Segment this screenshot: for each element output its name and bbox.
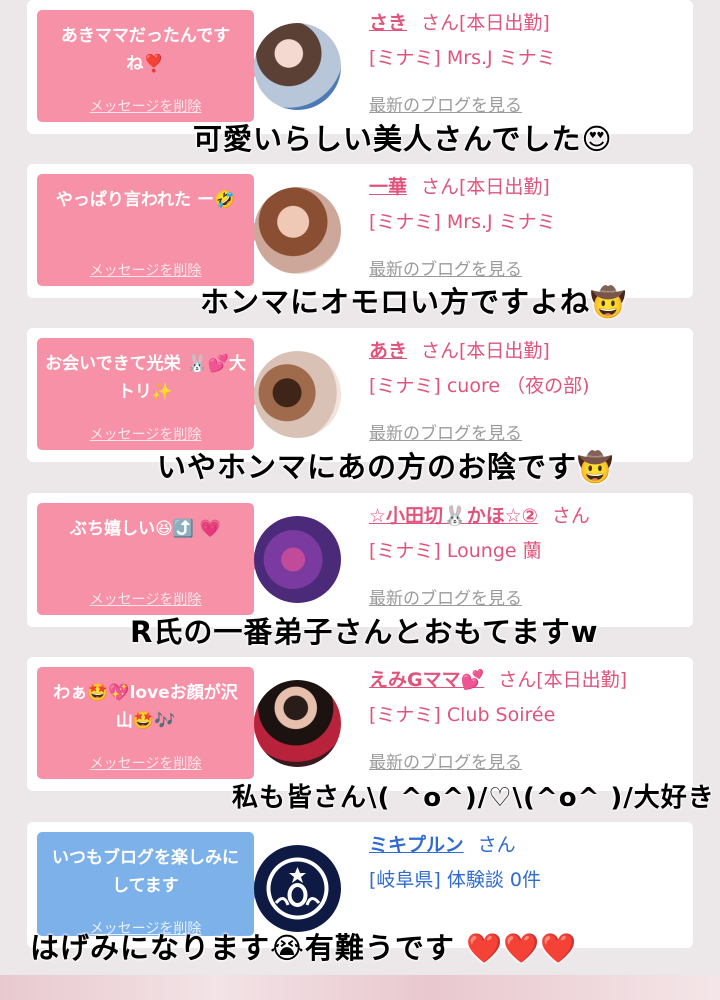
handwritten-caption: ホンマにオモロい方ですよね🤠 [200, 285, 628, 319]
latest-blog-link[interactable]: 最新のブログを見る [369, 259, 522, 281]
delete-message-link[interactable]: メッセージを削除 [37, 260, 254, 280]
name-suffix: さん[本日出勤] [421, 176, 550, 198]
name-suffix: さん [477, 834, 516, 856]
girl-name-link[interactable]: ☆小田切🐰かほ☆② [369, 505, 538, 527]
message-bubble: あきママだったんですね❣️ メッセージを削除 [37, 10, 265, 122]
message-card: やっぱり言われた ー🤣 メッセージを削除 一華 さん[本日出勤] [ミナミ] Mr… [27, 164, 693, 298]
name-suffix: さん[本日出勤] [421, 12, 550, 34]
girl-name-link[interactable]: えみGママ💕 [369, 669, 484, 691]
delete-message-link[interactable]: メッセージを削除 [37, 753, 254, 773]
avatar[interactable] [254, 187, 341, 274]
name-suffix: さん [551, 505, 590, 527]
message-bubble: わぁ🤩💖loveお顔が沢山🤩🎶 メッセージを削除 [37, 667, 265, 779]
message-bubble: やっぱり言われた ー🤣 メッセージを削除 [37, 174, 265, 286]
handwritten-caption: R氏の一番弟子さんとおもてますw [130, 615, 599, 649]
message-text: やっぱり言われた ー🤣 [55, 190, 236, 210]
delete-message-link[interactable]: メッセージを削除 [37, 589, 254, 609]
message-bubble: お会いできて光栄 🐰💕大トリ✨ メッセージを削除 [37, 338, 265, 450]
message-card: あきママだったんですね❣️ メッセージを削除 さき さん[本日出勤] [ミナミ] … [27, 0, 693, 134]
shop-label: [ミナミ] Mrs.J ミナミ [369, 47, 556, 69]
handwritten-caption: いやホンマにあの方のお陰です🤠 [157, 450, 615, 484]
message-card: わぁ🤩💖loveお顔が沢山🤩🎶 メッセージを削除 えみGママ💕 さん[本日出勤] … [27, 657, 693, 791]
message-bubble: いつもブログを楽しみにしてます メッセージを削除 [37, 832, 265, 937]
user-name-link[interactable]: ミキプルン [369, 834, 464, 856]
message-card: お会いできて光栄 🐰💕大トリ✨ メッセージを削除 あき さん[本日出勤] [ミナミ… [27, 328, 693, 462]
message-text: ぶち嬉しい😆⤴️ 💗 [69, 519, 222, 539]
avatar[interactable] [254, 845, 341, 932]
shop-label: [ミナミ] Lounge 蘭 [369, 540, 542, 562]
avatar[interactable] [254, 516, 341, 603]
shop-label: [ミナミ] Club Soirée [369, 704, 556, 726]
shop-label: [ミナミ] cuore （夜の部) [369, 375, 590, 397]
message-text: あきママだったんですね❣️ [60, 26, 231, 74]
message-text: わぁ🤩💖loveお顔が沢山🤩🎶 [53, 683, 238, 731]
delete-message-link[interactable]: メッセージを削除 [37, 96, 254, 116]
message-text: お会いできて光栄 🐰💕大トリ✨ [45, 354, 246, 402]
avatar[interactable] [254, 23, 341, 110]
latest-blog-link[interactable]: 最新のブログを見る [369, 588, 522, 610]
girl-name-link[interactable]: あき [369, 340, 407, 362]
review-count-label: [岐阜県] 体験談 0件 [369, 869, 541, 891]
girl-name-link[interactable]: さき [369, 12, 407, 34]
avatar[interactable] [254, 351, 341, 438]
shop-label: [ミナミ] Mrs.J ミナミ [369, 211, 556, 233]
message-bubble: ぶち嬉しい😆⤴️ 💗 メッセージを削除 [37, 503, 265, 615]
handwritten-caption: 可愛いらしい美人さんでした😍 [193, 122, 613, 156]
girl-name-link[interactable]: 一華 [369, 176, 407, 198]
avatar[interactable] [254, 680, 341, 767]
latest-blog-link[interactable]: 最新のブログを見る [369, 95, 522, 117]
delete-message-link[interactable]: メッセージを削除 [37, 424, 254, 444]
message-card: ぶち嬉しい😆⤴️ 💗 メッセージを削除 ☆小田切🐰かほ☆② さん [ミナミ] Lo… [27, 493, 693, 627]
message-text: いつもブログを楽しみにしてます [52, 848, 239, 896]
latest-blog-link[interactable]: 最新のブログを見る [369, 752, 522, 774]
name-suffix: さん[本日出勤] [498, 669, 628, 691]
name-suffix: さん[本日出勤] [421, 340, 550, 362]
handwritten-caption: 私も皆さん\( ^o^)/♡\(^o^ )/大好き [232, 783, 715, 813]
starbucks-logo-icon [254, 845, 341, 932]
latest-blog-link[interactable]: 最新のブログを見る [369, 423, 522, 445]
background-photo-strip [0, 975, 720, 1000]
handwritten-caption: はげみになります😭有難うです ❤️❤️❤️ [30, 931, 578, 965]
